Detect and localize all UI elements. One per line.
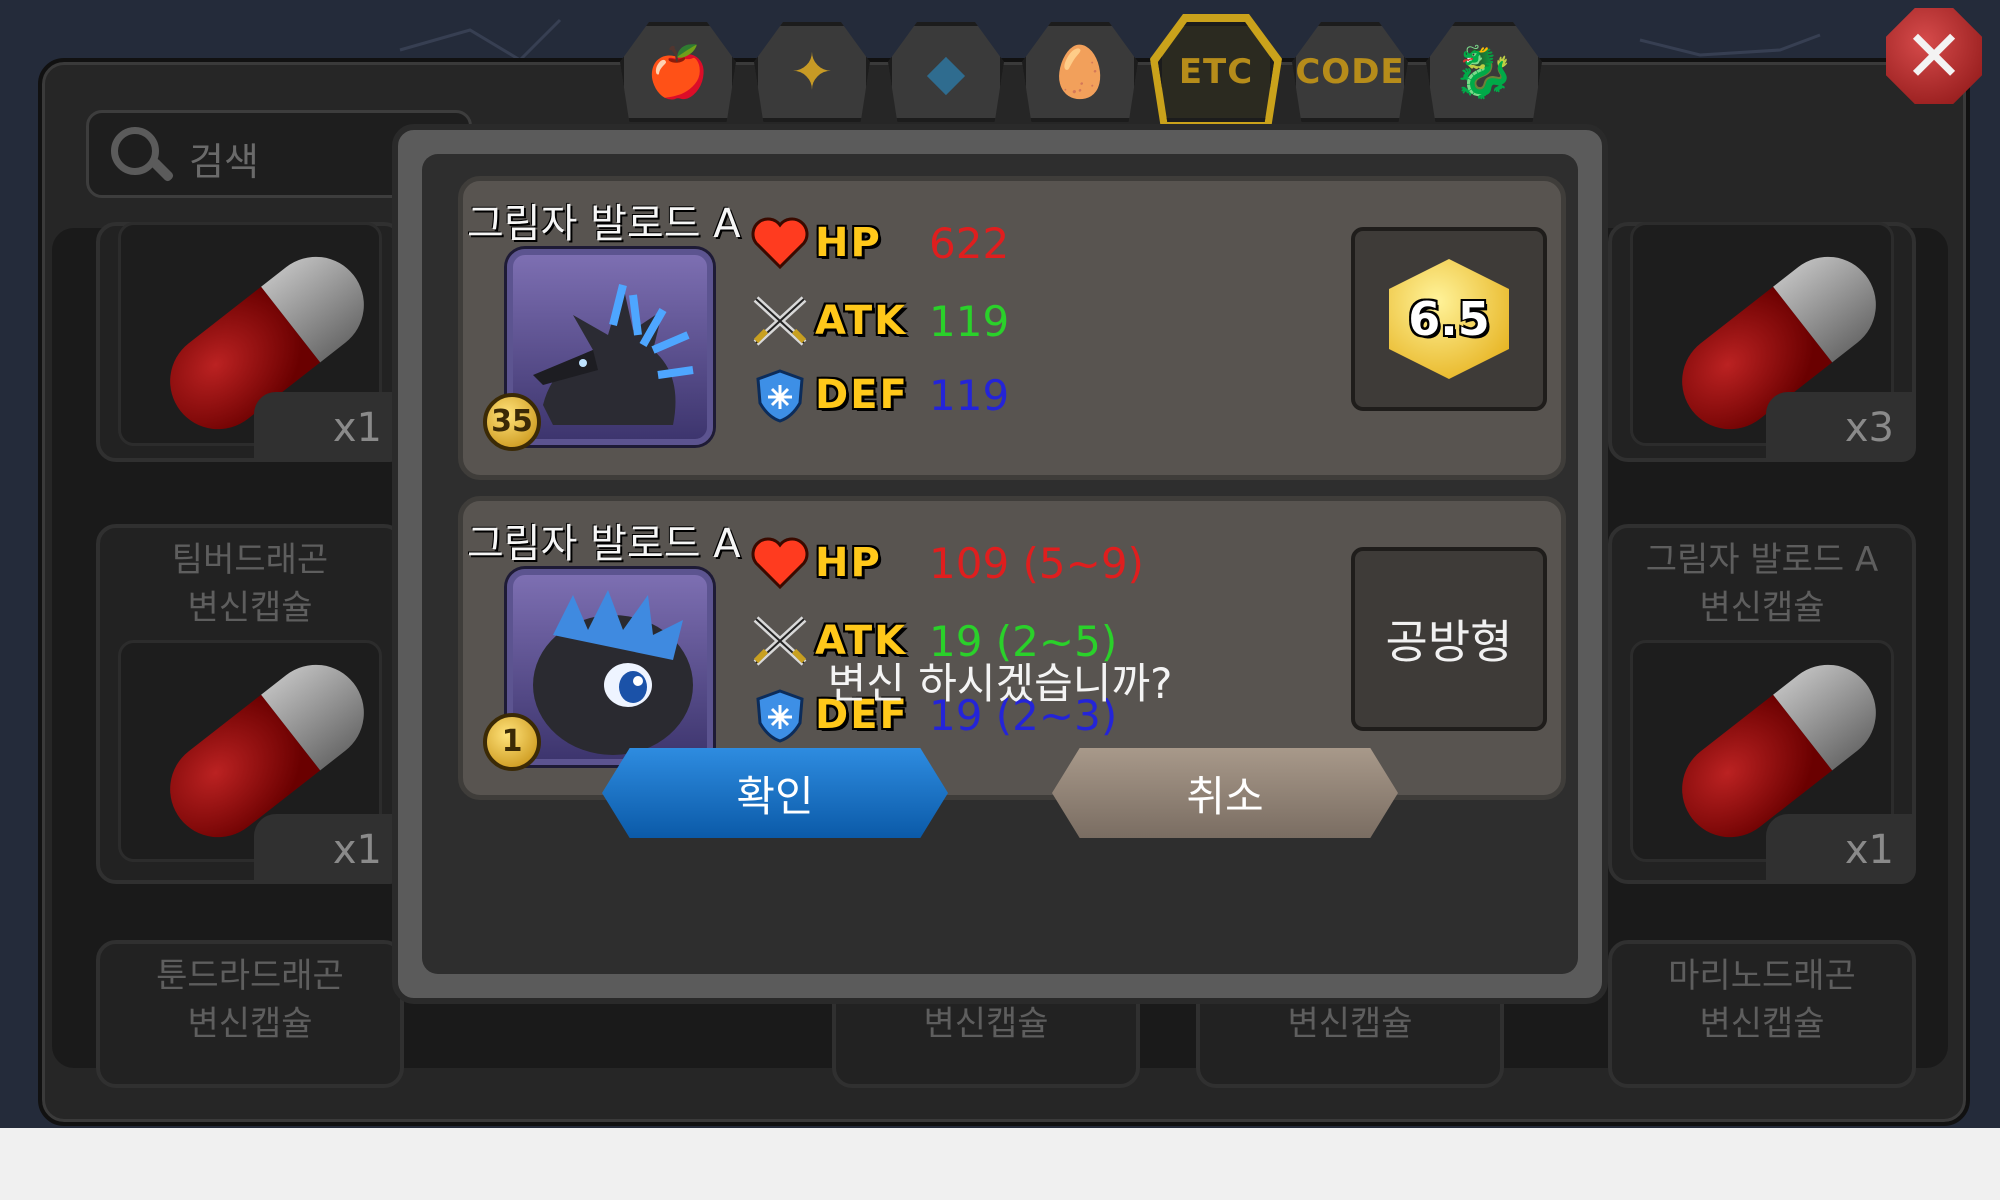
transform-dialog: 그림자 발로드 A 35 HP 622 ATK 119 DEF 119 6.5 … xyxy=(392,124,1608,1004)
egg-icon: 🥚 xyxy=(1048,42,1112,101)
tab-ore[interactable]: ✦ xyxy=(754,22,870,122)
dragon-name: 그림자 발로드 A xyxy=(467,201,741,247)
inventory-item[interactable]: 툰드라드래곤 변신캡슐 xyxy=(96,940,404,1088)
hp-value: 622 xyxy=(929,218,1010,268)
item-name-line2: 변신캡슐 xyxy=(923,1004,1049,1044)
item-name-line1: 팀버드래곤 xyxy=(171,540,329,580)
tab-material[interactable]: ◆ xyxy=(888,22,1004,122)
item-name-line2: 변신캡슐 xyxy=(1699,1004,1825,1044)
shadow-dragon-adult-image xyxy=(533,284,694,425)
atk-value: 119 xyxy=(929,296,1010,346)
item-name-line2: 변신캡슐 xyxy=(1287,1004,1413,1044)
stat-hp: HP 622 xyxy=(749,211,1009,275)
tab-code[interactable]: CODE xyxy=(1292,22,1408,122)
crossed-swords-icon xyxy=(749,293,811,349)
def-label: DEF xyxy=(815,372,909,418)
def-value: 119 xyxy=(929,370,1010,420)
inventory-item[interactable]: 마리노드래곤 변신캡슐 xyxy=(1608,940,1916,1088)
inventory-item[interactable]: x1 xyxy=(96,222,404,462)
item-count: x3 xyxy=(1766,392,1916,462)
tab-etc-label: ETC xyxy=(1178,52,1254,92)
close-icon: ✕ xyxy=(1903,14,1965,98)
item-name-line1: 마리노드래곤 xyxy=(1668,956,1856,996)
item-name-line2: 변신캡슐 xyxy=(187,1004,313,1044)
grade-badge: 6.5 xyxy=(1389,259,1509,379)
grade-value: 6.5 xyxy=(1408,292,1490,346)
current-dragon-card: 그림자 발로드 A 35 HP 622 ATK 119 DEF 119 6.5 xyxy=(458,176,1566,480)
hp-value: 109 (5~9) xyxy=(929,538,1144,588)
item-count: x1 xyxy=(1766,814,1916,884)
stat-atk: ATK 119 xyxy=(749,289,1009,353)
confirm-button[interactable]: 확인 xyxy=(602,748,948,838)
scale-icon: ◆ xyxy=(926,43,966,101)
dragon-name: 그림자 발로드 A xyxy=(467,521,741,567)
cancel-button[interactable]: 취소 xyxy=(1052,748,1398,838)
heart-icon xyxy=(749,535,811,591)
transformed-dragon-card: 그림자 발로드 A 1 HP 109 (5~9) ATK 19 (2~5) DE… xyxy=(458,496,1566,800)
level-badge: 35 xyxy=(483,393,541,451)
atk-label: ATK xyxy=(815,298,908,344)
game-scene: 검색 x1 x3 팀버드래곤 변신캡슐 x1 그림자 발로드 A 변신캡슐 x1… xyxy=(0,0,2000,1128)
heart-icon xyxy=(749,215,811,271)
item-name-line1: 툰드라드래곤 xyxy=(156,956,344,996)
item-count: x1 xyxy=(254,392,404,462)
level-badge: 1 xyxy=(483,713,541,771)
stat-def: DEF 119 xyxy=(749,363,1009,427)
ore-icon: ✦ xyxy=(791,43,833,101)
tab-food[interactable]: 🍎 xyxy=(620,22,736,122)
hp-label: HP xyxy=(815,540,882,586)
category-tabs: 🍎 ✦ ◆ 🥚 ETC CODE 🐉 xyxy=(612,0,1552,130)
close-button[interactable]: ✕ xyxy=(1886,8,1982,104)
stat-hp: HP 109 (5~9) xyxy=(749,531,1144,595)
tab-dragon[interactable]: 🐉 xyxy=(1426,22,1542,122)
item-name-line2: 변신캡슐 xyxy=(187,588,313,628)
item-name-line1: 그림자 발로드 A xyxy=(1645,540,1879,580)
grade-box: 6.5 xyxy=(1351,227,1547,411)
inventory-item[interactable]: x3 xyxy=(1608,222,1916,462)
dragon-icon: 🐉 xyxy=(1452,42,1516,101)
hp-label: HP xyxy=(815,220,882,266)
tab-code-label: CODE xyxy=(1295,52,1405,92)
shield-icon xyxy=(749,367,811,423)
tab-egg[interactable]: 🥚 xyxy=(1022,22,1138,122)
fruit-icon: 🍎 xyxy=(646,42,710,101)
search-placeholder: 검색 xyxy=(189,140,259,184)
tab-etc[interactable]: ETC xyxy=(1158,22,1274,122)
item-count: x1 xyxy=(254,814,404,884)
item-name-line2: 변신캡슐 xyxy=(1699,588,1825,628)
system-bottom-bar xyxy=(0,1128,2000,1200)
confirm-question: 변신 하시겠습니까? xyxy=(827,659,1173,708)
